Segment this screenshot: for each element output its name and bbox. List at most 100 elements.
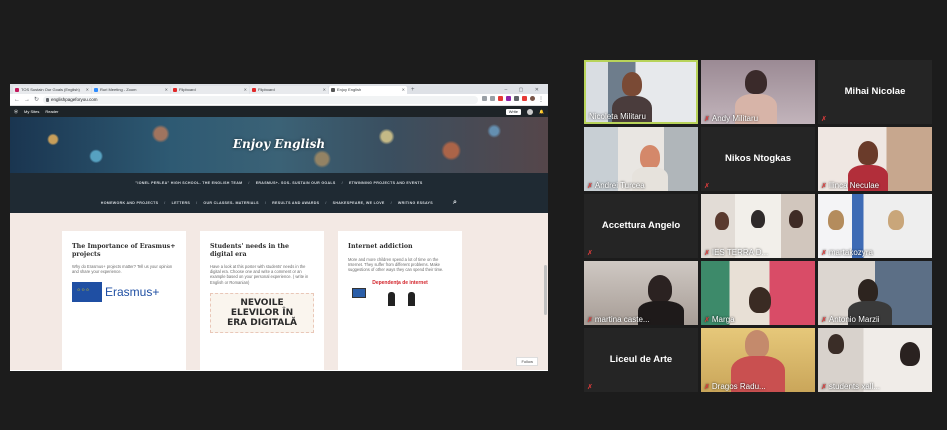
post-image: NEVOILE ELEVILOR ÎN ERA DIGITALĂ <box>210 292 314 333</box>
close-icon[interactable]: ✕ <box>244 86 247 94</box>
post-card[interactable]: Students' needs in the digital era Have … <box>200 231 324 371</box>
participant-tile[interactable]: ✗ martina caste... <box>584 261 698 325</box>
back-arrow-icon[interactable]: ← <box>14 97 20 103</box>
post-title[interactable]: The Importance of Erasmus+ projects <box>72 243 176 258</box>
browser-tab[interactable]: Flipboard ✕ <box>250 86 328 94</box>
reload-icon[interactable]: ↻ <box>34 96 39 103</box>
extension-icon[interactable] <box>498 96 503 101</box>
tab-favicon-icon <box>252 88 256 92</box>
nav-row: "IONEL PERLEA" HIGH SCHOOL- THE ENGLISH … <box>135 181 423 185</box>
participant-video <box>828 334 844 354</box>
participant-name: Nicoleta Militaru <box>589 112 646 121</box>
participant-video <box>745 330 769 358</box>
participant-name: Accettura Angelo <box>601 220 681 231</box>
notifications-bell-icon[interactable]: 🔔 <box>539 109 544 114</box>
write-button[interactable]: Write <box>505 108 522 115</box>
participant-video <box>715 212 729 230</box>
nav-item[interactable]: ETWINNING PROJECTS AND EVENTS <box>349 181 423 185</box>
participant-video <box>888 210 904 230</box>
participant-tile[interactable]: ✗ Andrei Turcea <box>584 127 698 191</box>
close-icon[interactable]: ✕ <box>323 86 326 94</box>
computer-icon <box>352 288 366 299</box>
nav-item[interactable]: ERASMUS+- SOS- SUSTAIN OUR GOALS <box>256 181 336 185</box>
nav-item[interactable]: SHAKESPEARE, WE LOVE <box>333 201 385 205</box>
mic-muted-icon: ✗ <box>821 250 827 257</box>
participant-tile[interactable]: ✗ Ilinca Neculae <box>818 127 932 191</box>
browser-tab-bar: TOS Sustain Our Goals (English) ✕ Ruri Me… <box>10 84 548 94</box>
participant-name: Liceul de Arte <box>609 354 673 365</box>
forward-arrow-icon[interactable]: → <box>24 97 30 103</box>
participant-name: ✗ Antonio Marzii <box>821 315 880 324</box>
mic-muted-icon: ✗ <box>821 116 827 123</box>
participant-tile[interactable]: Liceul de Arte ✗ <box>584 328 698 392</box>
search-icon[interactable]: ⌕ <box>453 199 457 207</box>
new-tab-button[interactable]: + <box>408 86 415 94</box>
eu-flag-icon <box>72 282 102 303</box>
extension-icon[interactable] <box>506 96 511 101</box>
more-menu-icon[interactable]: ⋮ <box>538 96 544 103</box>
post-card[interactable]: The Importance of Erasmus+ projects Why … <box>62 231 186 371</box>
scrollbar[interactable] <box>544 265 547 315</box>
zoom-meeting-window: TOS Sustain Our Goals (English) ✕ Ruri Me… <box>0 0 947 430</box>
translate-icon[interactable] <box>482 96 487 101</box>
mic-muted-icon: ✗ <box>821 317 827 324</box>
extension-icon[interactable] <box>514 96 519 101</box>
shared-screen: TOS Sustain Our Goals (English) ✕ Ruri Me… <box>10 84 548 371</box>
nav-item[interactable]: LETTERS <box>172 201 190 205</box>
nav-item[interactable]: OUR CLASSES- MATERIALS <box>203 201 258 205</box>
extensions-area: ⋮ <box>482 96 544 103</box>
star-icon[interactable] <box>490 96 495 101</box>
browser-tab[interactable]: Flipboard ✕ <box>171 86 249 94</box>
site-title[interactable]: Enjoy English <box>10 137 548 151</box>
mic-muted-icon: ✗ <box>704 317 710 324</box>
post-excerpt: Why do Erasmus+ projects matter? Tell us… <box>72 264 173 275</box>
nav-item[interactable]: HOMEWORK AND PROJECTS <box>101 201 158 205</box>
nav-row: HOMEWORK AND PROJECTS / LETTERS / OUR CLAS… <box>100 199 458 207</box>
nav-item[interactable]: RESULTS AND AWARDS <box>272 201 319 205</box>
participant-tile[interactable]: ✗ students xall... <box>818 328 932 392</box>
participant-video <box>749 287 771 313</box>
participant-name: ✗ Andrei Turcea <box>587 181 645 190</box>
browser-tab-active[interactable]: Enjoy English ✕ <box>329 86 407 94</box>
reader-link[interactable]: Reader <box>45 109 58 114</box>
post-card[interactable]: Internet addiction More and more childre… <box>338 231 462 371</box>
close-icon[interactable]: ✕ <box>165 86 168 94</box>
participant-video <box>789 210 803 228</box>
participant-tile[interactable]: Nicoleta Militaru <box>584 60 698 124</box>
address-bar[interactable]: englishpageforyou.com <box>43 95 478 104</box>
post-title[interactable]: Internet addiction <box>348 243 452 251</box>
participant-tile[interactable]: ✗ Dragos Radu... <box>701 328 815 392</box>
tab-favicon-icon <box>15 88 19 92</box>
participant-tile[interactable]: Accettura Angelo ✗ <box>584 194 698 258</box>
participant-name: ✗ Marga <box>704 315 735 324</box>
participant-tile[interactable]: ✗ martakozyra <box>818 194 932 258</box>
avatar[interactable] <box>530 96 535 101</box>
wordpress-logo-icon[interactable]: Ⓦ <box>14 109 18 115</box>
participant-tile[interactable]: ✗ Andy Militaru <box>701 60 815 124</box>
my-sites-link[interactable]: My Sites <box>24 109 39 114</box>
close-icon[interactable]: ✕ <box>86 86 89 94</box>
post-title[interactable]: Students' needs in the digital era <box>210 243 314 258</box>
participant-tile[interactable]: Nikos Ntogkas ✗ <box>701 127 815 191</box>
participant-name: Nikos Ntogkas <box>725 153 791 164</box>
participant-tile[interactable]: Mihai Nicolae ✗ <box>818 60 932 124</box>
browser-tab[interactable]: TOS Sustain Our Goals (English) ✕ <box>13 86 91 94</box>
browser-tab[interactable]: Ruri Meeting - Zoom ✕ <box>92 86 170 94</box>
close-icon[interactable]: ✕ <box>402 86 405 94</box>
participant-video <box>640 145 660 169</box>
mic-muted-icon: ✗ <box>704 250 710 257</box>
participant-tile[interactable]: ✗ Marga <box>701 261 815 325</box>
mic-muted-icon: ✗ <box>821 384 827 391</box>
participant-tile[interactable]: ✗ Antonio Marzii <box>818 261 932 325</box>
participant-video <box>828 210 844 230</box>
follow-button[interactable]: Follow <box>516 357 538 366</box>
extension-icon[interactable] <box>522 96 527 101</box>
avatar[interactable] <box>527 108 534 115</box>
nav-item[interactable]: "IONEL PERLEA" HIGH SCHOOL- THE ENGLISH … <box>135 181 242 185</box>
site-navigation: "IONEL PERLEA" HIGH SCHOOL- THE ENGLISH … <box>10 173 548 213</box>
participant-video <box>745 70 767 94</box>
participant-name: ✗ martakozyra <box>821 248 873 257</box>
nav-item[interactable]: WRITING ESSAYS <box>398 201 433 205</box>
participant-tile[interactable]: ✗ IES TERRA D... <box>701 194 815 258</box>
window-controls[interactable]: – ▢ ✕ <box>505 86 548 94</box>
